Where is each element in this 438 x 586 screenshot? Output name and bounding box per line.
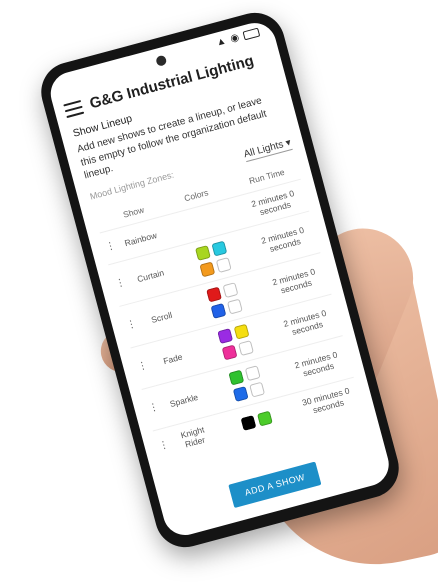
color-swatch[interactable] <box>211 240 228 257</box>
battery-icon <box>242 27 261 41</box>
main-content: Show Lineup Add new shows to create a li… <box>59 65 374 465</box>
front-camera <box>155 54 168 67</box>
zones-dropdown[interactable]: All Lights ▾ <box>242 136 293 162</box>
color-swatch[interactable] <box>199 261 216 278</box>
color-swatch[interactable] <box>210 302 227 319</box>
signal-wifi-icon: ▲ ◉ <box>215 31 242 49</box>
color-swatch[interactable] <box>228 369 245 386</box>
color-swatch[interactable] <box>226 298 243 315</box>
color-swatch[interactable] <box>240 414 257 431</box>
color-swatch[interactable] <box>217 327 234 344</box>
phone-screen: ▲ ◉ G&G Industrial Lighting Show Lineup … <box>45 18 394 540</box>
hamburger-menu-icon[interactable] <box>63 99 85 118</box>
color-swatch[interactable] <box>221 344 238 361</box>
phone-container: ▲ ◉ G&G Industrial Lighting Show Lineup … <box>0 0 438 562</box>
color-swatch[interactable] <box>215 256 232 273</box>
color-swatch[interactable] <box>249 381 266 398</box>
show-lineup-table: Show Colors Run Time ⋮ Rainbow 2 minutes 0… <box>94 157 363 463</box>
color-swatch[interactable] <box>222 282 239 298</box>
color-swatch[interactable] <box>244 365 261 382</box>
color-swatch[interactable] <box>232 385 249 402</box>
color-swatch-grid <box>166 212 241 232</box>
phone: ▲ ◉ G&G Industrial Lighting Show Lineup … <box>34 6 406 554</box>
color-swatch[interactable] <box>238 340 254 356</box>
color-swatch[interactable] <box>233 323 250 340</box>
add-show-button[interactable]: ADD A SHOW <box>228 461 322 509</box>
color-swatch[interactable] <box>194 244 211 261</box>
color-swatch[interactable] <box>206 286 222 303</box>
color-swatch[interactable] <box>256 410 273 427</box>
